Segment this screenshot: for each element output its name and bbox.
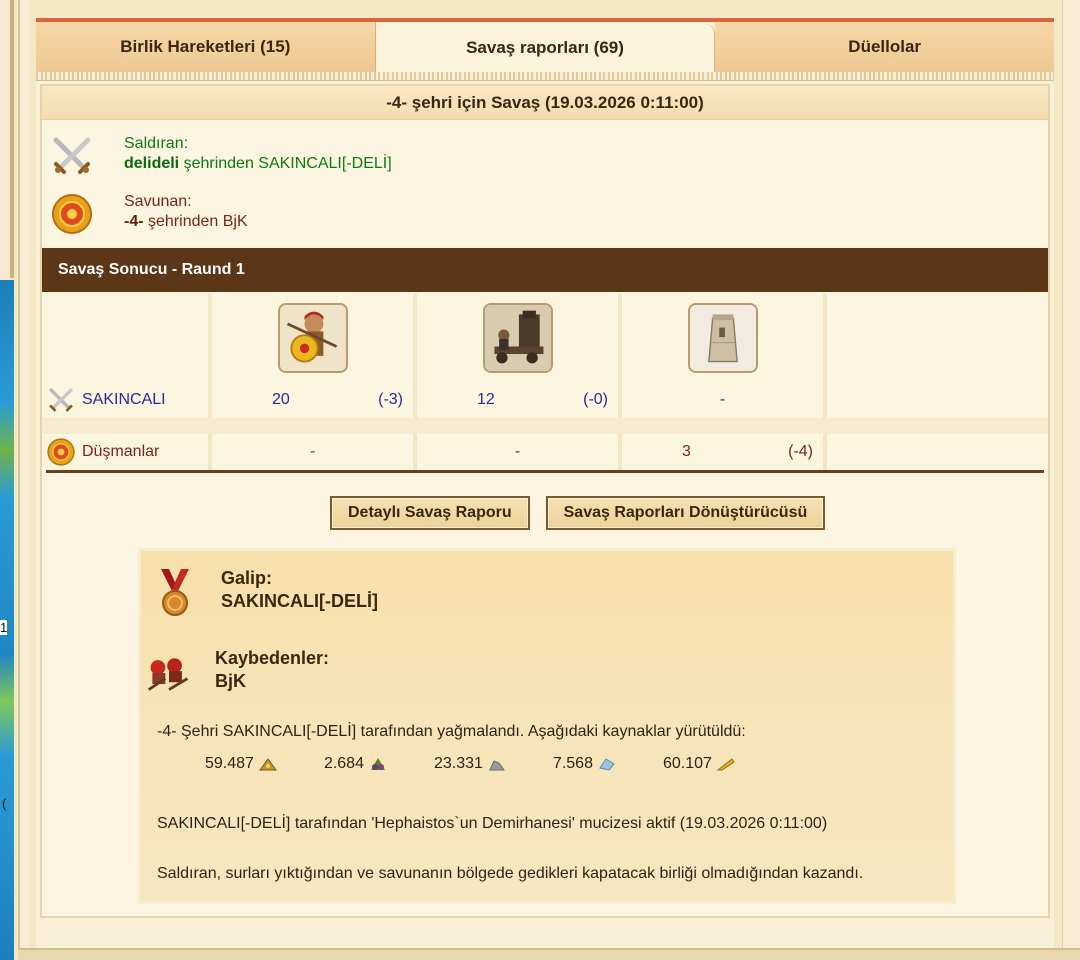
unit-count: 12 <box>477 391 495 408</box>
tab-duels[interactable]: Düellolar <box>715 22 1055 72</box>
defender-info: Savunan: -4- şehrinden BjK <box>50 192 248 236</box>
frame-edge <box>10 0 14 278</box>
unit-loss: (-3) <box>378 391 403 408</box>
plundered-resources: 59.487 2.684 23.331 7.568 60.107 <box>205 755 782 773</box>
unit-count: 3 <box>682 443 691 460</box>
battle-result-header: Savaş Sonucu - Raund 1 <box>42 248 1048 292</box>
attacker-city-link[interactable]: delideli <box>124 155 179 172</box>
table-row: SAKINCALI 20 (-3) 12 (-0) - <box>42 382 1048 418</box>
unit-count: - <box>719 391 726 408</box>
tab-troop-movements[interactable]: Birlik Hareketleri (15) <box>36 22 376 72</box>
unit-count: 20 <box>272 391 290 408</box>
defender-label: Savunan: <box>124 193 192 210</box>
winner-name[interactable]: SAKINCALI[-DELİ] <box>221 590 378 613</box>
losers-label: Kaybedenler: <box>215 648 330 668</box>
unit-count: - <box>309 443 316 460</box>
fallen-soldiers-icon <box>147 658 189 691</box>
map-label: 1 <box>0 620 8 635</box>
table-divider <box>46 470 1044 473</box>
report-actions: Detaylı Savaş Raporu Savaş Raporları Dön… <box>330 496 826 530</box>
defender-city-link[interactable]: -4- <box>124 213 144 230</box>
wheat-icon <box>716 758 735 771</box>
row-spacer <box>42 418 1048 434</box>
window-frame-left <box>18 0 30 960</box>
plunder-text: -4- Şehri SAKINCALI[-DELİ] tarafından ya… <box>157 723 746 740</box>
window-frame-right <box>1062 0 1080 960</box>
losers-section: Kaybedenler: BjK <box>145 647 329 699</box>
loser-name[interactable]: BjK <box>215 670 329 693</box>
shield-icon <box>52 194 92 234</box>
window-frame-bottom <box>18 948 1080 960</box>
victory-reason-text: Saldıran, surları yıktığından ve savunan… <box>157 865 864 882</box>
resource-amount: 60.107 <box>662 755 712 772</box>
unit-column <box>212 294 417 382</box>
winner-section: Galip: SAKINCALI[-DELİ] <box>151 567 378 619</box>
unit-count: - <box>514 443 521 460</box>
report-title: -4- şehri için Savaş (19.03.2026 0:11:00… <box>42 86 1048 120</box>
tab-battle-reports[interactable]: Savaş raporları (69) <box>375 24 716 72</box>
resource-amount: 23.331 <box>433 755 483 772</box>
report-converter-button[interactable]: Savaş Raporları Dönüştürücüsü <box>545 496 826 530</box>
resource-amount: 7.568 <box>552 755 593 772</box>
map-background: 1 ( <box>0 0 14 960</box>
crossed-swords-icon <box>53 137 91 174</box>
resource-amount: 2.684 <box>323 755 364 772</box>
table-corner <box>42 294 212 382</box>
defender-player: şehrinden BjK <box>143 213 248 230</box>
attacker-info: Saldıran: delideli şehrinden SAKINCALI[-… <box>50 134 392 178</box>
wonder-effect-text: SAKINCALI[-DELİ] tarafından 'Hephaistos`… <box>157 815 828 832</box>
gold-icon <box>258 758 277 771</box>
stone-icon <box>489 760 505 771</box>
unit-loss: (-4) <box>788 443 813 460</box>
unit-column <box>417 294 622 382</box>
winner-label: Galip: <box>221 568 273 588</box>
tab-bar: Birlik Hareketleri (15) Savaş raporları … <box>36 22 1055 72</box>
unit-loss: (-0) <box>583 391 608 408</box>
marble-icon <box>599 758 615 771</box>
battle-report: -4- şehri için Savaş (19.03.2026 0:11:00… <box>40 84 1050 918</box>
hoplite-unit-icon[interactable] <box>277 303 348 373</box>
unit-column <box>622 294 827 382</box>
greek-border <box>36 72 1054 81</box>
unit-table: SAKINCALI 20 (-3) 12 (-0) - Düşmanlar - - … <box>42 294 1048 473</box>
attacker-player: şehrinden SAKINCALI[-DELİ] <box>179 155 392 172</box>
battle-summary: Galip: SAKINCALI[-DELİ] Kaybedenler: BjK… <box>138 548 956 904</box>
crossed-swords-icon <box>48 387 74 412</box>
attacker-row-label[interactable]: SAKINCALI <box>82 391 166 409</box>
medal-icon <box>161 569 189 616</box>
wood-icon <box>370 758 385 770</box>
attacker-label: Saldıran: <box>124 135 189 152</box>
map-label: ( <box>2 796 7 811</box>
table-row: Düşmanlar - - 3 (-4) <box>42 434 1048 470</box>
detailed-report-button[interactable]: Detaylı Savaş Raporu <box>330 496 530 530</box>
defender-row-label: Düşmanlar <box>82 443 160 460</box>
shield-icon <box>47 438 75 466</box>
city-wall-icon[interactable] <box>687 303 758 373</box>
resource-amount: 59.487 <box>205 755 254 772</box>
catapult-unit-icon[interactable] <box>482 303 553 373</box>
empty-column <box>827 294 1048 382</box>
